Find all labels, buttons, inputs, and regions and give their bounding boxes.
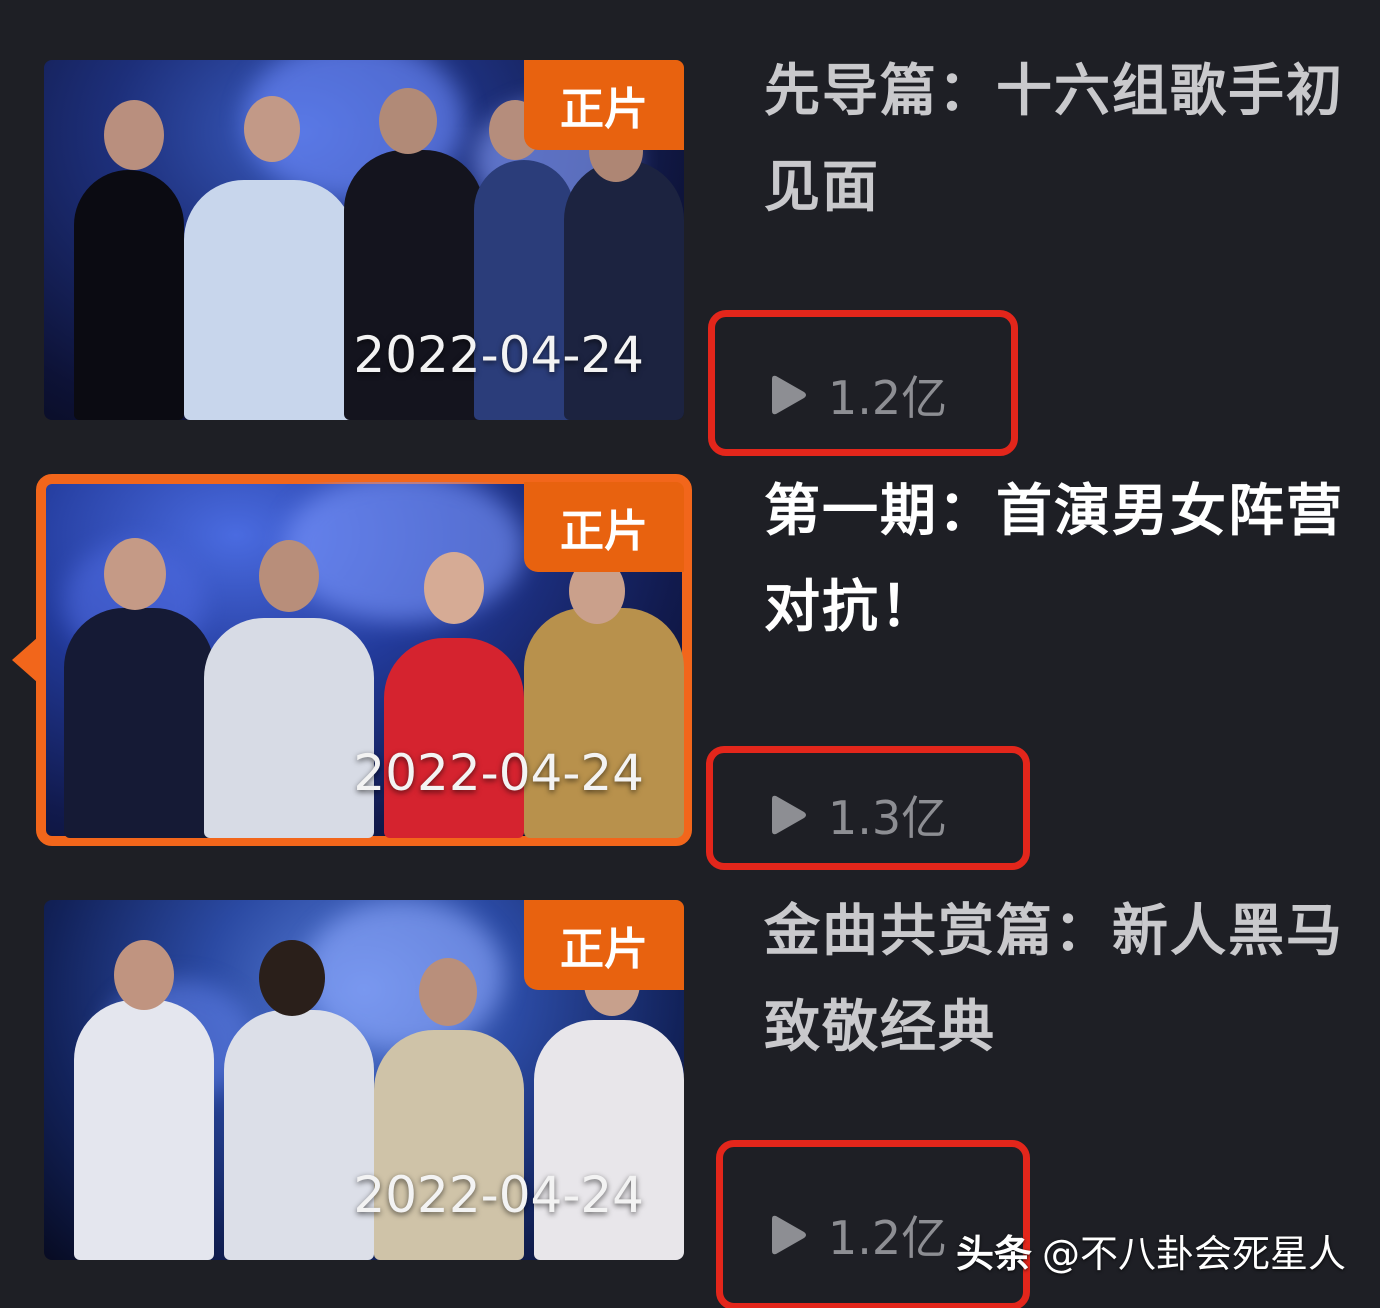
episode-thumbnail[interactable]: 正片 2022-04-24 — [36, 474, 692, 846]
watermark-handle: @不八卦会死星人 — [1041, 1232, 1346, 1276]
highlight-box — [706, 746, 1030, 870]
release-date: 2022-04-24 — [353, 1166, 644, 1224]
feature-badge: 正片 — [524, 482, 684, 572]
episode-title[interactable]: 金曲共赏篇：新人黑马 致敬经典 — [764, 884, 1344, 1076]
episode-title-line: 见面 — [764, 155, 880, 220]
episode-title-line: 第一期：首演男女阵营 — [764, 479, 1344, 544]
episode-thumbnail[interactable]: 正片 2022-04-24 — [44, 900, 684, 1260]
release-date: 2022-04-24 — [353, 744, 644, 802]
episode-title[interactable]: 第一期：首演男女阵营 对抗！ — [764, 464, 1344, 656]
watermark: 头条 @不八卦会死星人 — [956, 1223, 1346, 1278]
highlight-box — [708, 310, 1018, 456]
feature-badge: 正片 — [524, 60, 684, 150]
episode-list: 正片 2022-04-24 先导篇：十六组歌手初 见面 1.2亿 正片 2022… — [0, 0, 1380, 1308]
selected-indicator — [12, 630, 46, 690]
episode-thumbnail[interactable]: 正片 2022-04-24 — [44, 60, 684, 420]
episode-title-line: 先导篇：十六组歌手初 — [764, 59, 1344, 124]
episode-title-line: 致敬经典 — [764, 995, 996, 1060]
watermark-brand: 头条 — [955, 1232, 1032, 1276]
episode-title[interactable]: 先导篇：十六组歌手初 见面 — [764, 44, 1344, 236]
episode-title-line: 对抗！ — [764, 575, 938, 640]
feature-badge: 正片 — [524, 900, 684, 990]
release-date: 2022-04-24 — [353, 326, 644, 384]
episode-title-line: 金曲共赏篇：新人黑马 — [764, 899, 1344, 964]
